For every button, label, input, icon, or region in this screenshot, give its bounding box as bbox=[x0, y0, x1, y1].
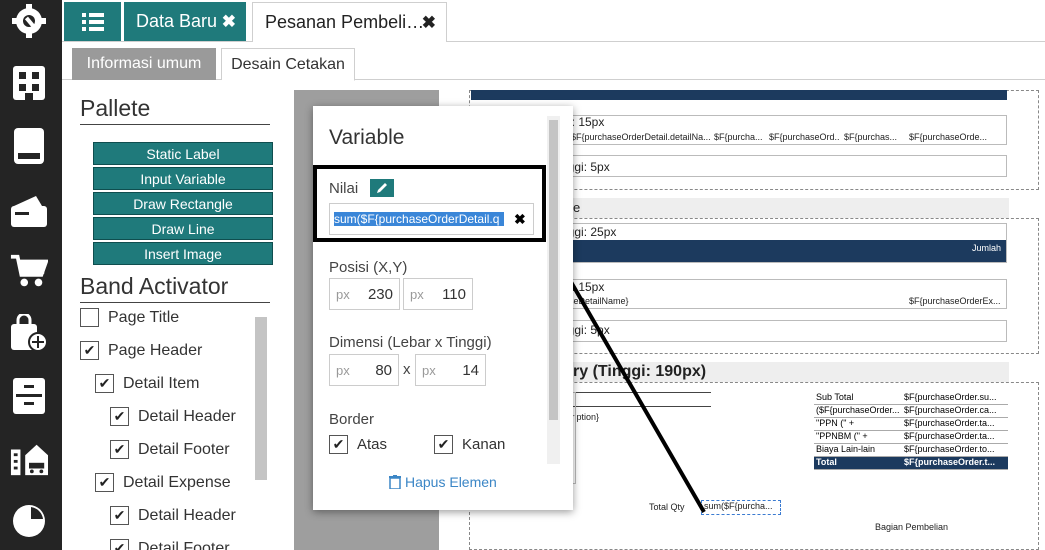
popup-scrollbar[interactable] bbox=[547, 116, 560, 464]
dimension-label: Dimensi (Lebar x Tinggi) bbox=[329, 334, 492, 351]
check-icon[interactable]: ✔ bbox=[329, 435, 348, 454]
delete-element-link[interactable]: Hapus Elemen bbox=[389, 474, 497, 490]
position-label: Posisi (X,Y) bbox=[329, 259, 408, 276]
border-right-checkbox[interactable]: ✔ Kanan bbox=[434, 435, 505, 454]
city-icon[interactable] bbox=[10, 440, 48, 478]
app-sidebar bbox=[0, 0, 62, 550]
book-icon[interactable] bbox=[10, 127, 48, 165]
settings-icon[interactable] bbox=[10, 2, 48, 40]
popup-title: Variable bbox=[329, 126, 405, 149]
chart-pie-icon[interactable] bbox=[10, 502, 48, 540]
trash-icon bbox=[389, 475, 401, 489]
width-input[interactable]: px 80 bbox=[329, 354, 399, 386]
wallet-icon[interactable] bbox=[10, 192, 48, 230]
highlight-box bbox=[313, 165, 546, 242]
bag-add-icon[interactable] bbox=[10, 314, 48, 352]
times-label: x bbox=[403, 361, 411, 378]
archive-icon[interactable] bbox=[10, 377, 48, 415]
border-top-checkbox[interactable]: ✔ Atas bbox=[329, 435, 387, 454]
position-x-input[interactable]: px 230 bbox=[329, 278, 400, 310]
building-icon[interactable] bbox=[10, 64, 48, 102]
height-input[interactable]: px 14 bbox=[415, 354, 486, 386]
position-y-input[interactable]: px 110 bbox=[403, 278, 473, 310]
border-label: Border bbox=[329, 411, 375, 428]
check-icon[interactable]: ✔ bbox=[434, 435, 453, 454]
cart-icon[interactable] bbox=[10, 252, 48, 290]
